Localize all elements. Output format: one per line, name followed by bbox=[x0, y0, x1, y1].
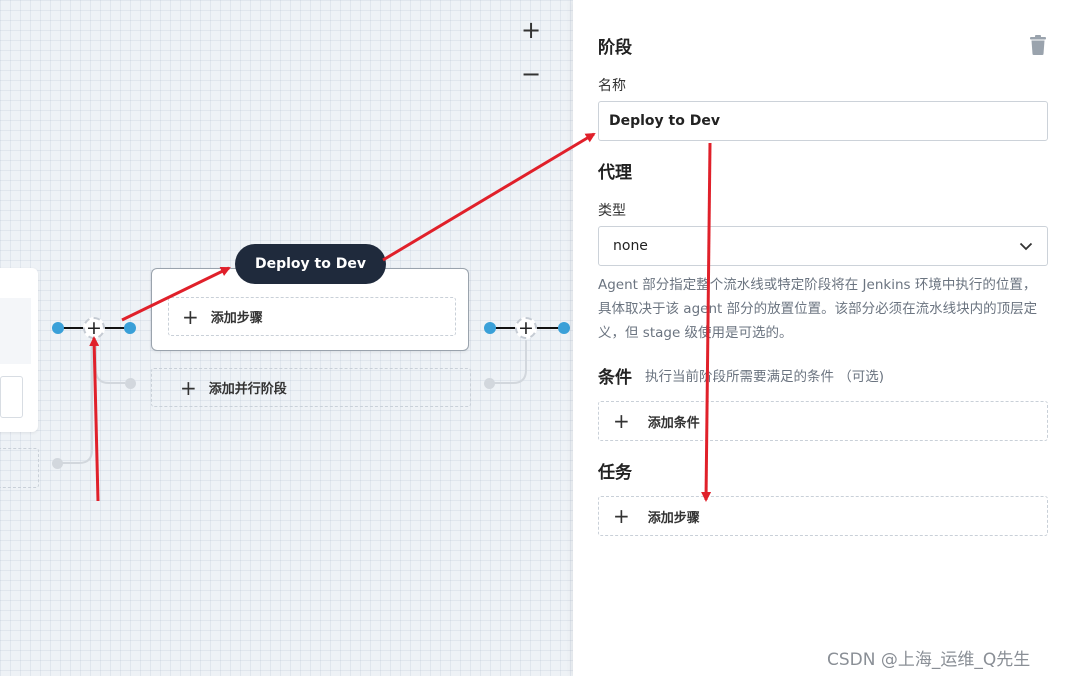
parallel-connector-dot bbox=[52, 458, 63, 469]
trash-icon[interactable] bbox=[1029, 35, 1047, 55]
connector-dot bbox=[52, 322, 64, 334]
stage-config-panel: 阶段 名称 代理 类型 none Agent 部分指定整个流水线或特定阶段将在 … bbox=[573, 0, 1066, 676]
stage-name-input[interactable] bbox=[598, 101, 1048, 141]
add-step-button[interactable]: + 添加步骤 bbox=[168, 297, 456, 336]
add-condition-button[interactable]: + 添加条件 bbox=[598, 401, 1048, 441]
stage-name-pill[interactable]: Deploy to Dev bbox=[235, 244, 386, 284]
agent-type-select[interactable]: none bbox=[598, 226, 1048, 266]
add-task-step-button[interactable]: + 添加步骤 bbox=[598, 496, 1048, 536]
add-stage-node-left[interactable]: + bbox=[83, 317, 105, 339]
pipeline-canvas: + − + + + 添加步骤 + 添加并行阶段 Deploy to Dev bbox=[0, 0, 573, 676]
add-task-step-label: 添加步骤 bbox=[647, 510, 700, 526]
parallel-connector-dot bbox=[125, 378, 136, 389]
type-label: 类型 bbox=[598, 203, 626, 219]
add-parallel-label: 添加并行阶段 bbox=[208, 382, 287, 397]
plus-icon: + bbox=[613, 504, 630, 528]
watermark: CSDN @上海_运维_Q先生 bbox=[827, 650, 1031, 670]
chevron-down-icon bbox=[1019, 242, 1033, 250]
plus-icon: + bbox=[613, 409, 630, 433]
add-parallel-stage-button[interactable]: + 添加并行阶段 bbox=[151, 368, 471, 407]
add-step-label: 添加步骤 bbox=[210, 311, 263, 326]
parallel-connector-dot bbox=[484, 378, 495, 389]
agent-description: Agent 部分指定整个流水线或特定阶段将在 Jenkins 环境中执行的位置，… bbox=[598, 277, 1038, 341]
conditions-heading: 条件 bbox=[598, 368, 632, 388]
plus-icon: + bbox=[180, 375, 197, 400]
conditions-hint: 执行当前阶段所需要满足的条件 （可选) bbox=[645, 369, 885, 385]
agent-heading: 代理 bbox=[598, 163, 632, 183]
tasks-heading: 任务 bbox=[598, 463, 632, 483]
agent-type-value: none bbox=[613, 238, 648, 254]
connector-dot bbox=[558, 322, 570, 334]
connector-dot bbox=[124, 322, 136, 334]
stage-heading: 阶段 bbox=[598, 38, 632, 58]
plus-icon: + bbox=[182, 304, 199, 329]
name-label: 名称 bbox=[598, 78, 626, 94]
add-condition-label: 添加条件 bbox=[647, 415, 700, 431]
connector-dot bbox=[484, 322, 496, 334]
add-stage-node-right[interactable]: + bbox=[515, 317, 537, 339]
